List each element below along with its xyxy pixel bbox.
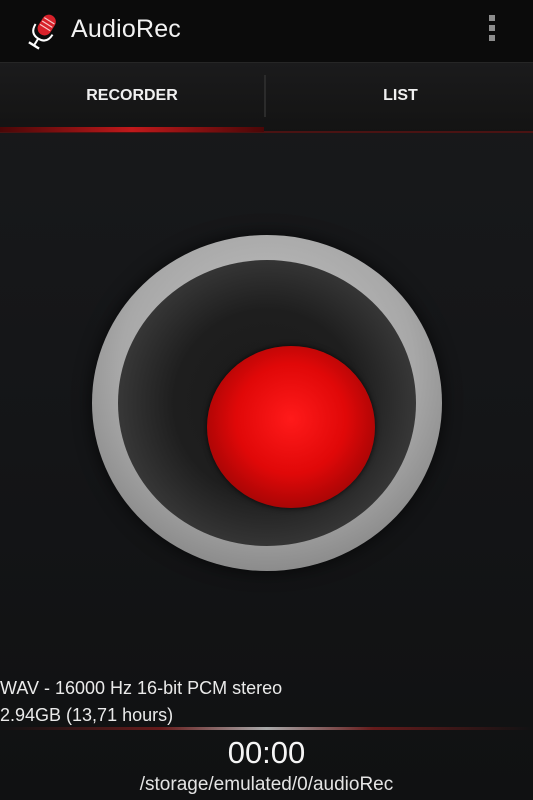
- record-icon: [207, 346, 375, 508]
- tab-recorder-label: RECORDER: [86, 87, 178, 104]
- tab-list[interactable]: LIST: [268, 63, 533, 129]
- record-button[interactable]: [92, 235, 442, 571]
- app-title: AudioRec: [71, 15, 181, 43]
- recording-timer: 00:00: [227, 735, 306, 770]
- tab-divider: [264, 75, 266, 117]
- audiorec-screen: AudioRec RECORDER LIST WAV - 16000 Hz 16…: [0, 0, 533, 800]
- tab-bar: RECORDER LIST: [0, 62, 533, 133]
- record-button-ring: [118, 260, 416, 546]
- overflow-dot: [489, 35, 495, 41]
- tab-list-label: LIST: [383, 87, 418, 104]
- free-space: 2.94GB (13,71 hours): [0, 705, 174, 725]
- divider-glow: [0, 727, 533, 730]
- tab-recorder[interactable]: RECORDER: [0, 63, 264, 129]
- storage-path: /storage/emulated/0/audioRec: [139, 774, 394, 795]
- selected-tab-indicator: [0, 127, 264, 132]
- action-bar: AudioRec: [0, 0, 533, 62]
- overflow-menu-icon[interactable]: [487, 15, 497, 45]
- overflow-dot: [489, 25, 495, 31]
- microphone-icon: [28, 14, 56, 50]
- recording-format: WAV - 16000 Hz 16-bit PCM stereo: [0, 678, 283, 698]
- overflow-dot: [489, 15, 495, 21]
